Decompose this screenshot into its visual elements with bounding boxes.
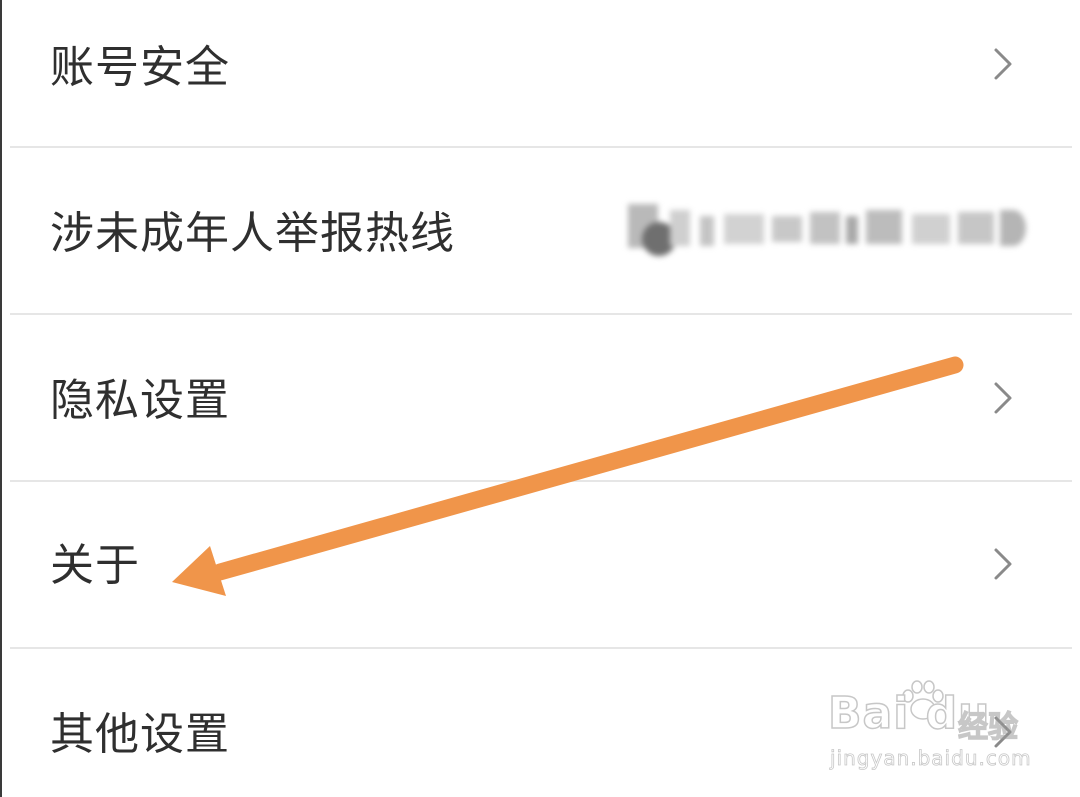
settings-item-label: 其他设置 — [50, 709, 230, 760]
hotline-phone-number-blurred — [620, 192, 1035, 264]
settings-item-label: 关于 — [50, 540, 140, 591]
chevron-right-icon — [990, 546, 1016, 582]
settings-item-label: 涉未成年人举报热线 — [50, 208, 455, 259]
settings-item-label: 账号安全 — [50, 42, 230, 93]
settings-item-about[interactable]: 关于 — [0, 482, 1080, 648]
baidu-watermark: Bai du 经验 jingyan.baidu.com — [827, 680, 1031, 784]
chevron-right-icon — [990, 46, 1016, 82]
chevron-right-icon — [990, 380, 1016, 416]
settings-item-label: 隐私设置 — [50, 375, 230, 426]
watermark-url: jingyan.baidu.com — [830, 746, 1032, 771]
settings-item-account-security[interactable]: 账号安全 — [0, 0, 1080, 166]
watermark-brand-cn: 经验 — [957, 709, 1018, 745]
settings-item-privacy[interactable]: 隐私设置 — [0, 315, 1080, 481]
